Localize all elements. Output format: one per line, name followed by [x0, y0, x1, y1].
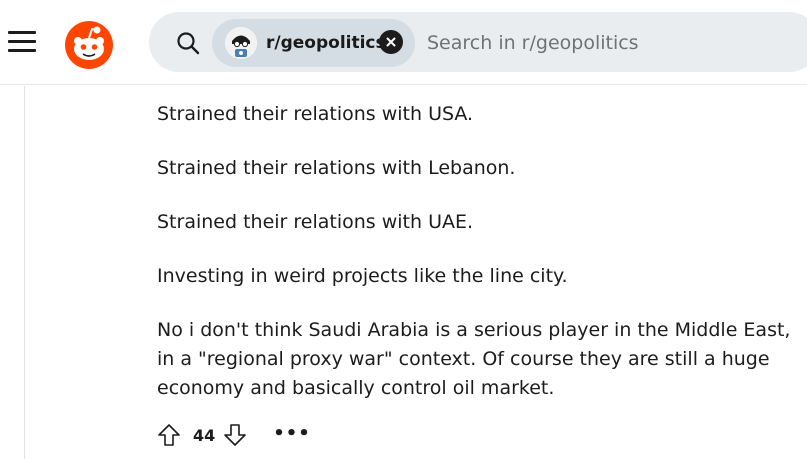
comment-paragraph: No i don't think Saudi Arabia is a serio…	[157, 319, 791, 399]
top-header: r/geopolitics	[0, 0, 807, 85]
subreddit-avatar-icon	[225, 27, 257, 59]
community-chip-label: r/geopolitics	[266, 33, 386, 53]
comment-thread-line[interactable]	[24, 86, 25, 459]
vote-controls: 44	[157, 421, 247, 449]
close-icon[interactable]	[379, 30, 403, 54]
comment-paragraph: Strained their relations with UAE.	[157, 211, 474, 233]
upvote-arrow-icon[interactable]	[157, 423, 181, 447]
comment-paragraph: Investing in weird projects like the lin…	[157, 265, 568, 287]
search-input[interactable]	[427, 28, 797, 58]
downvote-arrow-icon[interactable]	[223, 423, 247, 447]
comment-paragraph: Strained their relations with Lebanon.	[157, 157, 516, 179]
search-icon[interactable]	[176, 31, 200, 55]
reddit-logo-icon[interactable]	[64, 20, 114, 70]
comment-paragraph: Strained their relations with USA.	[157, 103, 474, 125]
comment-score: 44	[193, 425, 216, 445]
hamburger-menu-icon[interactable]	[8, 26, 38, 56]
menu-bar	[8, 30, 36, 34]
menu-bar	[8, 48, 36, 52]
menu-bar	[8, 39, 36, 43]
more-options-icon[interactable]: •••	[273, 421, 310, 445]
